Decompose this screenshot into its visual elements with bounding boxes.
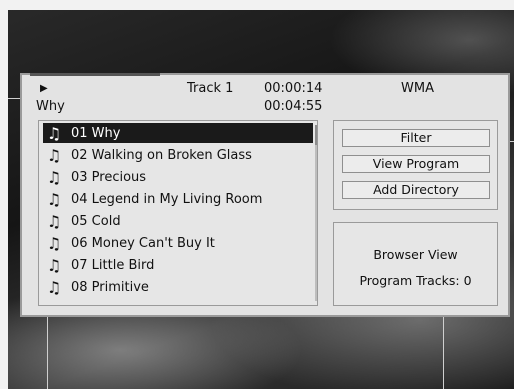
callout-line-left (8, 98, 20, 99)
status-box: Browser View Program Tracks: 0 (333, 222, 498, 306)
track-row[interactable]: ♫ 05 Cold (43, 211, 313, 231)
now-playing-bar: ▶ Track 1 00:00:14 WMA Why 00:04:55 (22, 75, 508, 115)
filter-button[interactable]: Filter (342, 129, 490, 147)
track-label: 03 Precious (71, 169, 147, 185)
track-row[interactable]: ♫ 08 Primitive (43, 277, 313, 297)
track-row[interactable]: ♫ 06 Money Can't Buy It (43, 233, 313, 253)
scrollbar-thumb[interactable] (315, 125, 317, 145)
left-edge (0, 0, 8, 389)
view-mode-label: Browser View (373, 247, 458, 262)
track-label: 02 Walking on Broken Glass (71, 147, 252, 163)
track-list[interactable]: ♫ 01 Why ♫ 02 Walking on Broken Glass ♫ 03 Pr… (38, 120, 318, 306)
music-note-icon: ♫ (46, 277, 62, 297)
music-note-icon: ♫ (46, 167, 62, 187)
track-label: 07 Little Bird (71, 257, 155, 273)
top-edge (0, 0, 514, 10)
actions-box: Filter View Program Add Directory (333, 120, 498, 210)
music-note-icon: ♫ (46, 123, 62, 143)
callout-line-bottom-left (47, 317, 48, 389)
track-label: 05 Cold (71, 213, 121, 229)
callout-line-bottom-right (443, 317, 444, 389)
music-note-icon: ♫ (46, 233, 62, 253)
progress-bar (30, 73, 160, 76)
music-note-icon: ♫ (46, 255, 62, 275)
add-directory-button[interactable]: Add Directory (342, 181, 490, 199)
track-row[interactable]: ♫ 03 Precious (43, 167, 313, 187)
scrollbar-track[interactable] (315, 125, 317, 301)
program-tracks-count: Program Tracks: 0 (359, 273, 472, 288)
track-label: 01 Why (71, 125, 121, 141)
total-time: 00:04:55 (264, 99, 323, 114)
current-time: 00:00:14 (264, 81, 323, 96)
music-note-icon: ♫ (46, 145, 62, 165)
track-row[interactable]: ♫ 01 Why (43, 123, 313, 143)
music-note-icon: ♫ (46, 189, 62, 209)
track-label: 08 Primitive (71, 279, 149, 295)
track-title: Why (36, 99, 65, 114)
music-note-icon: ♫ (46, 211, 62, 231)
track-row[interactable]: ♫ 02 Walking on Broken Glass (43, 145, 313, 165)
view-program-button[interactable]: View Program (342, 155, 490, 173)
file-format: WMA (401, 81, 434, 96)
media-browser-panel: ▶ Track 1 00:00:14 WMA Why 00:04:55 ♫ 01 … (20, 73, 510, 317)
play-icon: ▶ (40, 83, 48, 94)
track-row[interactable]: ♫ 04 Legend in My Living Room (43, 189, 313, 209)
track-label: 06 Money Can't Buy It (71, 235, 215, 251)
track-row[interactable]: ♫ 07 Little Bird (43, 255, 313, 275)
track-number: Track 1 (187, 81, 234, 96)
track-label: 04 Legend in My Living Room (71, 191, 263, 207)
